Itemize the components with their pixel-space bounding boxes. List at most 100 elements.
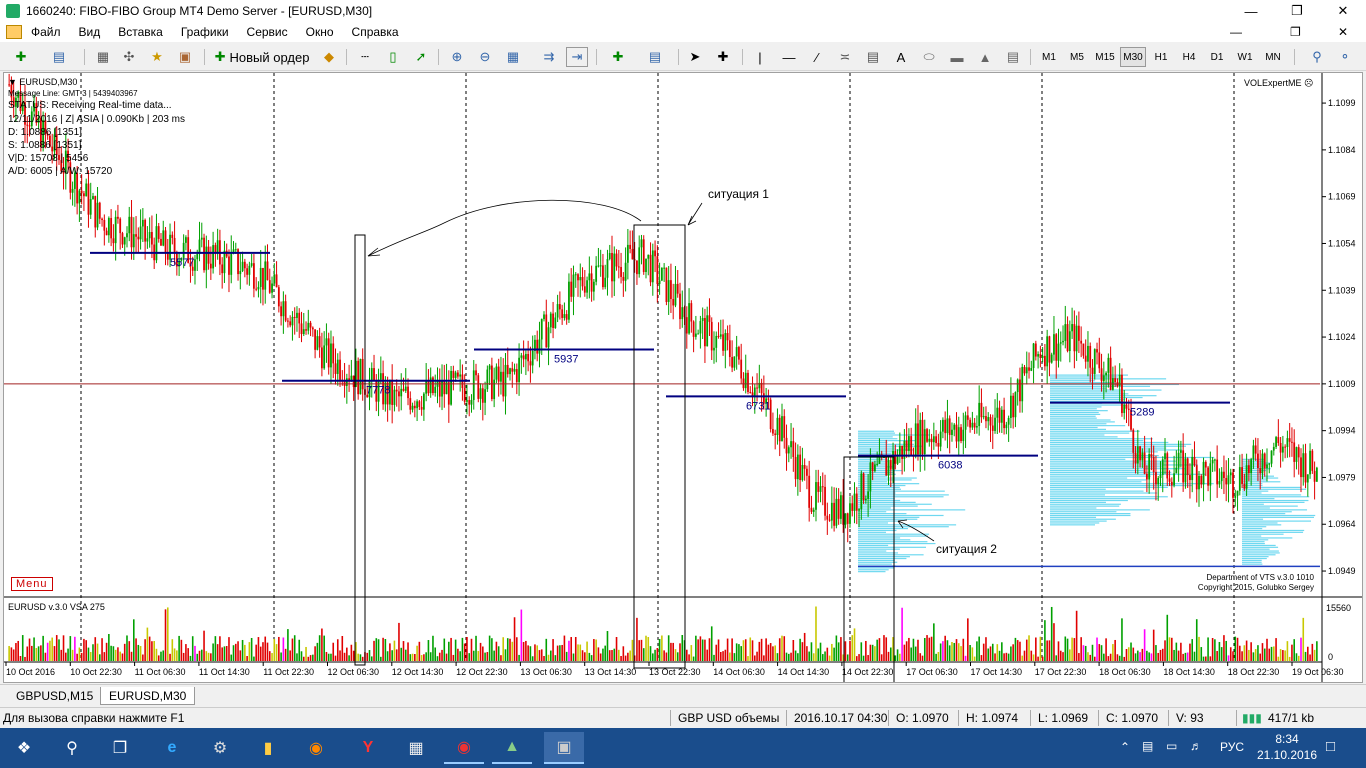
maximize-button[interactable]: ❐ (1274, 0, 1320, 22)
timeframe-w1[interactable]: W1 (1232, 47, 1258, 67)
child-close-button[interactable]: ✕ (1338, 25, 1348, 39)
candle-body (710, 321, 713, 351)
profile-name[interactable]: GBP USD объемы (678, 711, 779, 725)
market-watch-icon[interactable]: ▦ (92, 47, 114, 67)
new-order-button[interactable]: ✚ Новый ордер (212, 47, 312, 67)
menu-charts[interactable]: Графики (172, 25, 238, 39)
new-chart-icon[interactable]: ✚ (8, 47, 34, 67)
templates-icon[interactable]: ▤ (640, 47, 670, 67)
media-icon[interactable]: ▣ (544, 732, 584, 764)
line-chart-icon[interactable]: ➚ (410, 47, 432, 67)
timeframe-mn[interactable]: MN (1260, 47, 1286, 67)
candle-body (1155, 472, 1157, 485)
price-label: 1.1009 (1328, 379, 1356, 389)
crosshair-icon[interactable]: ✚ (712, 47, 734, 67)
candle-body (1286, 438, 1289, 448)
candle-body (1257, 453, 1259, 469)
search-icon[interactable]: ⚲ (1306, 47, 1328, 67)
volume-icon[interactable]: ♬ (1190, 739, 1202, 753)
control-panel-icon[interactable]: ⚙ (200, 732, 240, 764)
language-indicator[interactable]: РУС (1220, 740, 1244, 754)
menu-button[interactable]: Menu (11, 577, 53, 591)
menu-insert[interactable]: Вставка (109, 25, 172, 39)
menu-view[interactable]: Вид (70, 25, 110, 39)
data-window-icon[interactable]: ★ (146, 47, 168, 67)
candle-body (574, 274, 577, 276)
candle-body (105, 230, 108, 236)
search-icon[interactable]: ⚲ (52, 732, 92, 764)
calculator-icon[interactable]: ▦ (396, 732, 436, 764)
tray-chevron-icon[interactable]: ⌃ (1120, 740, 1130, 754)
bar-chart-icon[interactable]: ┄ (354, 47, 376, 67)
display-icon[interactable]: ▭ (1166, 739, 1177, 753)
vertical-line-icon[interactable]: | (750, 47, 770, 67)
minimize-button[interactable]: — (1228, 0, 1274, 22)
firefox-icon[interactable]: ◉ (296, 732, 336, 764)
candle-body (486, 369, 489, 390)
network-icon[interactable]: ▤ (1142, 739, 1153, 753)
candle-body (579, 277, 582, 281)
windows-start-icon[interactable]: ❖ (4, 732, 44, 764)
rectangle-icon[interactable]: ▬ (946, 47, 968, 67)
clock-time[interactable]: 8:34 (1264, 732, 1310, 746)
horizontal-line-icon[interactable]: — (778, 47, 800, 67)
chart-window[interactable]: 5577 7778 5937 6731 6038 5289 1.1099 1.1084 1.1… (3, 72, 1363, 683)
profiles-icon[interactable]: ▤ (46, 47, 72, 67)
file-explorer-icon[interactable]: ▮ (248, 732, 288, 764)
edge-icon[interactable]: e (152, 732, 192, 764)
zoom-in-icon[interactable]: ⊕ (446, 47, 468, 67)
close-button[interactable]: ✕ (1320, 0, 1366, 22)
child-restore-button[interactable]: ❐ (1290, 25, 1301, 39)
fibo-fan-icon[interactable]: ▤ (1002, 47, 1024, 67)
timeframe-d1[interactable]: D1 (1204, 47, 1230, 67)
task-view-icon[interactable]: ❐ (100, 732, 140, 764)
fibonacci-icon[interactable]: ▤ (862, 47, 884, 67)
clock-date[interactable]: 21.10.2016 (1252, 748, 1322, 762)
candle-body (1193, 457, 1196, 466)
cursor-icon[interactable]: ➤ (684, 47, 706, 67)
autoscroll-icon[interactable]: ⇥ (566, 47, 588, 67)
tile-windows-icon[interactable]: ▦ (502, 47, 524, 67)
metatrader-icon[interactable]: ▲ (492, 732, 532, 764)
yandex-icon[interactable]: Y (348, 732, 388, 764)
ellipse-icon[interactable]: ⬭ (918, 47, 940, 67)
chart-shift-icon[interactable]: ⇉ (538, 47, 560, 67)
indicators-icon[interactable]: ✚ (604, 47, 632, 67)
menu-tools[interactable]: Сервис (238, 25, 297, 39)
candle-body (477, 375, 480, 399)
candle-body (783, 416, 786, 438)
triangle-icon[interactable]: ▲ (974, 47, 996, 67)
terminal-icon[interactable]: ▣ (174, 47, 196, 67)
candle-body (373, 368, 375, 381)
tab-gbpusd-m15[interactable]: GBPUSD,M15 (8, 687, 101, 705)
text-tool-icon[interactable]: A (890, 47, 912, 67)
autotrading-icon[interactable]: ◆ (318, 47, 340, 67)
menu-window[interactable]: Окно (297, 25, 343, 39)
menu-help[interactable]: Справка (343, 25, 408, 39)
timeframe-m15[interactable]: M15 (1092, 47, 1118, 67)
tab-eurusd-m30[interactable]: EURUSD,M30 (100, 687, 196, 705)
volume-profile-bar (858, 513, 907, 515)
timeframe-m1[interactable]: M1 (1036, 47, 1062, 67)
child-minimize-button[interactable]: — (1230, 25, 1242, 39)
timeframe-m5[interactable]: M5 (1064, 47, 1090, 67)
trendline-icon[interactable]: ∕ (806, 47, 828, 67)
navigator-icon[interactable]: ✣ (118, 47, 140, 67)
volume-profile-bar (858, 432, 896, 434)
candle-body (506, 364, 509, 375)
candlestick-icon[interactable]: ▯ (382, 47, 404, 67)
zoom-out-icon[interactable]: ⊖ (474, 47, 496, 67)
fibo-icon[interactable]: ◉ (444, 732, 484, 764)
candle-body (670, 280, 672, 299)
community-icon[interactable]: ⚬ (1334, 47, 1356, 67)
price-chart[interactable]: 5577 7778 5937 6731 6038 5289 1.1099 1.1084 1.1… (4, 73, 1362, 682)
timeframe-m30[interactable]: M30 (1120, 47, 1146, 67)
candle-body (930, 438, 933, 443)
menu-file[interactable]: Файл (22, 25, 70, 39)
timeframe-h1[interactable]: H1 (1148, 47, 1174, 67)
timeframe-h4[interactable]: H4 (1176, 47, 1202, 67)
notifications-icon[interactable]: □ (1326, 738, 1335, 755)
equidistant-channel-icon[interactable]: ≍ (834, 47, 856, 67)
candle-body (1225, 478, 1228, 485)
document-icon[interactable] (6, 25, 22, 39)
